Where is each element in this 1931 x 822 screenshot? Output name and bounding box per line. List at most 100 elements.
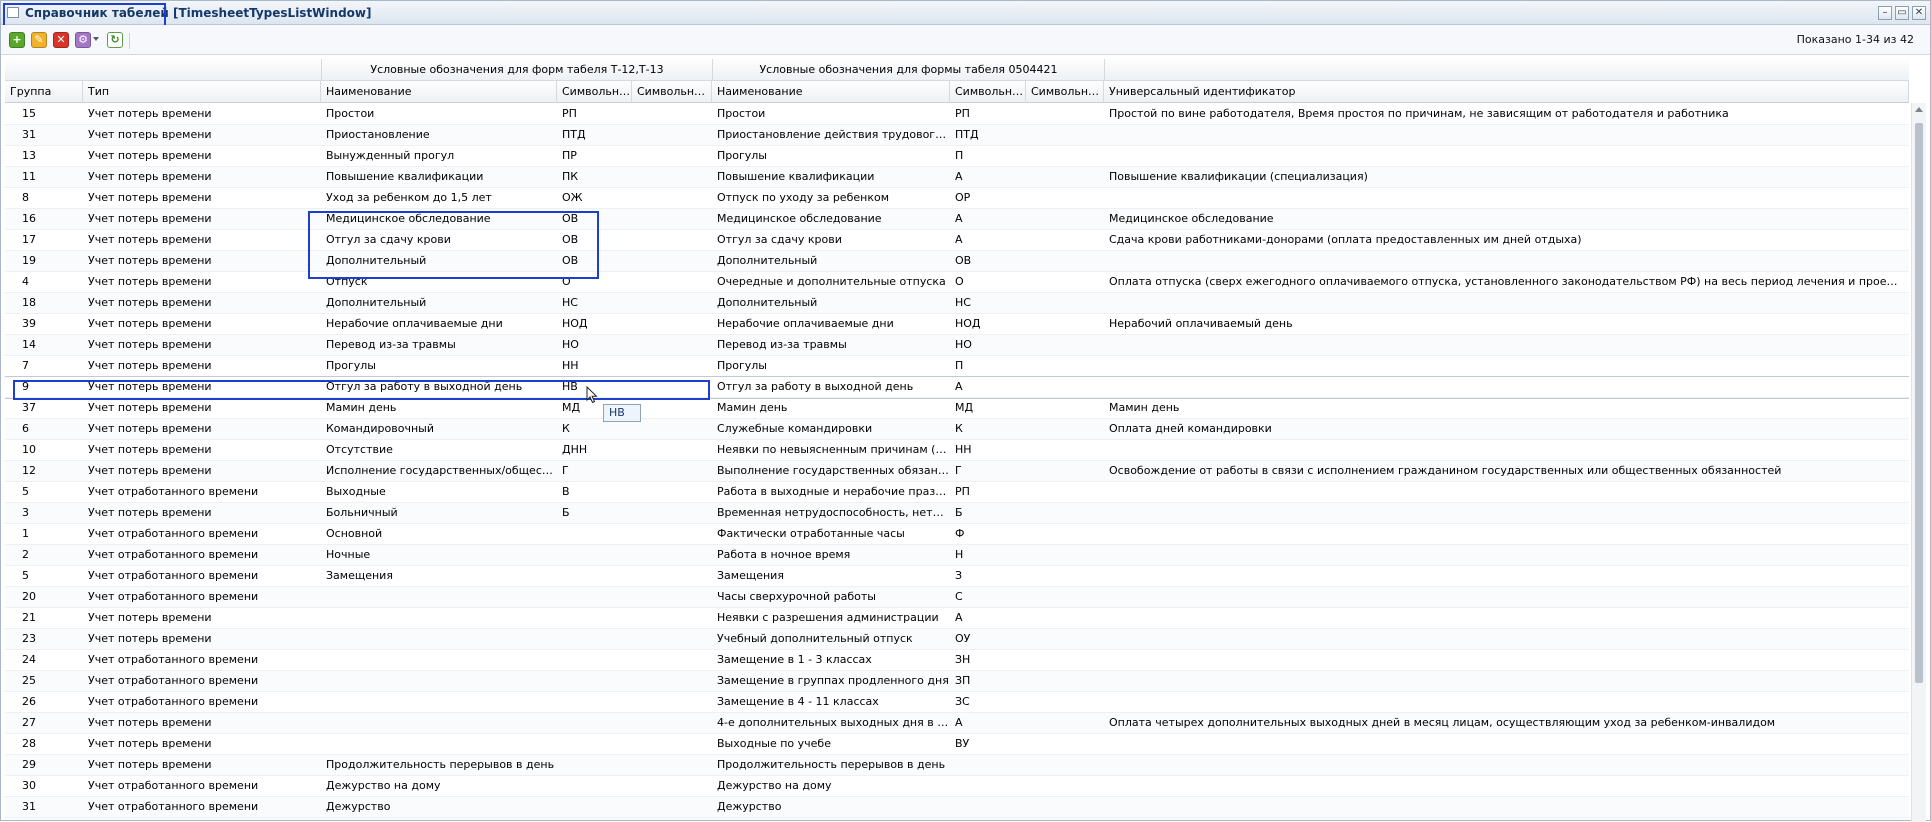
cell-name-0504421: Повышение квалификации	[717, 170, 875, 183]
table-row[interactable]: 11 Учет потерь времени Повышение квалифика…	[5, 167, 1909, 188]
column-header-uid[interactable]: Универсальный идентификатор	[1104, 81, 1909, 103]
table-row[interactable]: 3 Учет потерь времени Больничный Б Временная…	[5, 503, 1909, 524]
cell-symbol-2	[632, 377, 712, 397]
cell-name-0504421: Продолжительность перерывов в день	[717, 758, 946, 771]
column-header-symbol-1[interactable]: Символьно...	[557, 81, 632, 103]
cell-type: Учет потерь времени	[88, 506, 212, 519]
table-row[interactable]: 16 Учет потерь времени Медицинское обследо…	[5, 209, 1909, 230]
minimize-button[interactable]: –	[1878, 6, 1892, 20]
cell-symbol-3: ОР	[955, 191, 971, 204]
table-row[interactable]: 15 Учет потерь времени Простои РП Простои РП П…	[5, 104, 1909, 125]
refresh-button[interactable]: ↻	[107, 32, 123, 48]
cell-type: Учет потерь времени	[88, 611, 212, 624]
cell-symbol-3: Б	[955, 506, 963, 519]
actions-menu-button[interactable]: ⚙	[75, 32, 91, 48]
table-row[interactable]: 21 Учет потерь времени Неявки с разрешения…	[5, 608, 1909, 629]
table-row[interactable]: 13 Учет потерь времени Вынужденный прогул П…	[5, 146, 1909, 167]
cell-name-0504421: Мамин день	[717, 401, 788, 414]
cell-group: 31	[22, 800, 36, 813]
pencil-icon: ✎	[34, 33, 44, 46]
cell-uid: Медицинское обследование	[1109, 212, 1274, 225]
column-header-type[interactable]: Тип	[83, 81, 321, 103]
column-header-symbol-3[interactable]: Символьно...	[950, 81, 1026, 103]
cell-symbol-1	[557, 629, 632, 649]
cell-symbol-3: НС	[955, 296, 971, 309]
cell-name-t12: Дежурство на дому	[326, 779, 441, 792]
table-row[interactable]: 19 Учет потерь времени Дополнительный ОВ Доп…	[5, 251, 1909, 272]
cell-symbol-3	[950, 797, 1026, 817]
table-row[interactable]: 12 Учет потерь времени Исполнение государс…	[5, 461, 1909, 482]
table-row[interactable]: 29 Учет потерь времени Продолжительность п…	[5, 755, 1909, 776]
scroll-up-icon[interactable]	[1915, 107, 1923, 112]
window-icon	[7, 7, 19, 18]
table-row[interactable]: 24 Учет отработанного времени Замещение в …	[5, 650, 1909, 671]
table-row[interactable]: 4 Учет потерь времени Отпуск О Очередные и д…	[5, 272, 1909, 293]
shown-count-label: Показано 1-34 из 42	[1796, 33, 1914, 46]
table-row[interactable]: 20 Учет отработанного времени Часы сверхур…	[5, 587, 1909, 608]
cell-name-t12: Отгул за работу в выходной день	[326, 380, 523, 393]
table-row[interactable]: 30 Учет отработанного времени Дежурство на…	[5, 776, 1909, 797]
column-header-name-0504421[interactable]: Наименование	[712, 81, 950, 103]
table-row[interactable]: 39 Учет потерь времени Нерабочие оплачивае…	[5, 314, 1909, 335]
cell-name-0504421: Отгул за работу в выходной день	[717, 380, 914, 393]
table-row[interactable]: 17 Учет потерь времени Отгул за сдачу кров…	[5, 230, 1909, 251]
scrollbar-thumb[interactable]	[1915, 123, 1923, 683]
table-row[interactable]: 5 Учет отработанного времени Выходные В Рабо…	[5, 482, 1909, 503]
column-header-symbol-4[interactable]: Символьно...	[1026, 81, 1104, 103]
edit-button[interactable]: ✎	[31, 32, 47, 48]
table-row[interactable]: 37 Учет потерь времени Мамин день МД Мамин д…	[5, 398, 1909, 419]
table-row[interactable]: 25 Учет отработанного времени Замещение в …	[5, 671, 1909, 692]
header-group-row: Условные обозначения для форм табеля Т-1…	[5, 59, 1909, 81]
column-header-group[interactable]: Группа	[5, 81, 83, 103]
table-row[interactable]: 14 Учет потерь времени Перевод из-за травм…	[5, 335, 1909, 356]
table-row[interactable]: 28 Учет потерь времени Выходные по учебе ВУ	[5, 734, 1909, 755]
cell-name-0504421: Очередные и дополнительные отпуска	[717, 275, 946, 288]
table-row[interactable]: 31 Учет потерь времени Приостановление ПТД П…	[5, 125, 1909, 146]
cell-type: Учет потерь времени	[88, 443, 212, 456]
table-row[interactable]: 1 Учет отработанного времени Основной Факти…	[5, 524, 1909, 545]
cell-type: Учет потерь времени	[88, 233, 212, 246]
cell-group: 37	[22, 401, 36, 414]
cell-name-0504421: 4-е дополнительных выходных дня в меся..…	[717, 716, 950, 729]
table-row[interactable]: 26 Учет отработанного времени Замещение в …	[5, 692, 1909, 713]
cell-name-t12: Отпуск	[326, 275, 368, 288]
delete-button[interactable]: ✕	[53, 32, 69, 48]
chevron-down-icon[interactable]	[93, 37, 99, 41]
cell-symbol-4	[1026, 629, 1104, 649]
window-titlebar[interactable]: Справочник табелей [TimesheetTypesListWi…	[1, 1, 1930, 25]
cell-symbol-1: Б	[562, 506, 570, 519]
cell-uid	[1104, 650, 1909, 670]
cell-symbol-2	[632, 734, 712, 754]
table-row[interactable]: 2 Учет отработанного времени Ночные Работа …	[5, 545, 1909, 566]
cell-symbol-2	[632, 566, 712, 586]
cell-uid: Простой по вине работодателя, Время прос…	[1109, 107, 1729, 120]
table-row[interactable]: 6 Учет потерь времени Командировочный К Служ…	[5, 419, 1909, 440]
table-row[interactable]: 18 Учет потерь времени Дополнительный НС Доп…	[5, 293, 1909, 314]
maximize-button[interactable]: ▭	[1895, 6, 1909, 20]
cell-symbol-1	[557, 524, 632, 544]
table-row[interactable]: 8 Учет потерь времени Уход за ребенком до …	[5, 188, 1909, 209]
column-header-symbol-2[interactable]: Символьно...	[632, 81, 712, 103]
cell-symbol-4	[1026, 167, 1104, 187]
cell-group: 13	[22, 149, 36, 162]
cell-uid	[1104, 755, 1909, 775]
table-row[interactable]: 27 Учет потерь времени 4-е дополнительных …	[5, 713, 1909, 734]
cell-group: 21	[22, 611, 36, 624]
cell-symbol-3: С	[955, 590, 963, 603]
table-row[interactable]: 9 Учет потерь времени Отгул за работу в вы…	[5, 376, 1909, 399]
cell-symbol-3: ВУ	[955, 737, 970, 750]
cell-type: Учет потерь времени	[88, 296, 212, 309]
cell-name-0504421: Перевод из-за травмы	[717, 338, 847, 351]
close-button[interactable]: ✕	[1912, 6, 1926, 20]
cell-group: 17	[22, 233, 36, 246]
table-row[interactable]: 7 Учет потерь времени Прогулы НН Прогулы П	[5, 356, 1909, 377]
add-button[interactable]: +	[9, 32, 25, 48]
cell-name-t12: Мамин день	[326, 401, 397, 414]
table-row[interactable]: 5 Учет отработанного времени Замещения Заме…	[5, 566, 1909, 587]
table-row[interactable]: 23 Учет потерь времени Учебный дополнитель…	[5, 629, 1909, 650]
table-row[interactable]: 31 Учет отработанного времени Дежурство Деж…	[5, 797, 1909, 818]
column-header-name-t12[interactable]: Наименование	[321, 81, 557, 103]
vertical-scrollbar[interactable]	[1911, 103, 1926, 822]
table-row[interactable]: 10 Учет потерь времени Отсутствие ДНН Неявки…	[5, 440, 1909, 461]
cell-symbol-2	[632, 755, 712, 775]
